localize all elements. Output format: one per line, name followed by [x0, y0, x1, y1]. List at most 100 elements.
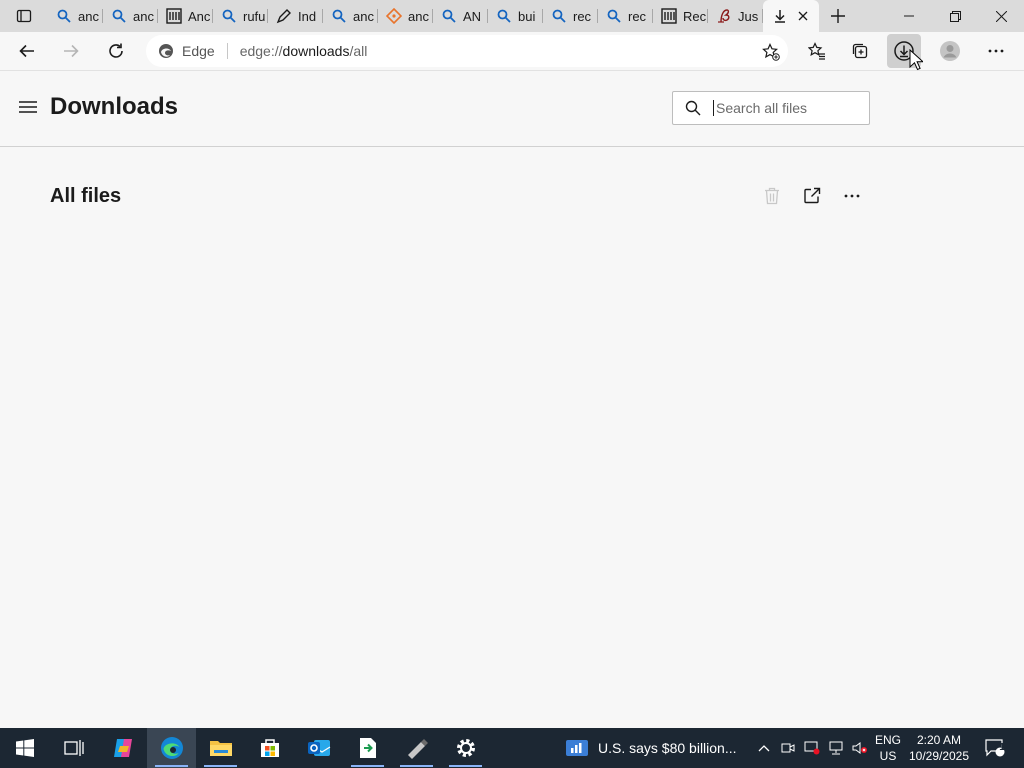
taskbar-store[interactable]: [245, 728, 294, 768]
taskbar-file-explorer[interactable]: [196, 728, 245, 768]
refresh-button[interactable]: [99, 34, 133, 68]
browser-tab[interactable]: bui: [488, 0, 543, 32]
favorites-icon: [808, 42, 825, 60]
browser-tab[interactable]: Ind: [268, 0, 323, 32]
start-button[interactable]: [0, 728, 49, 768]
volume-button[interactable]: [848, 728, 872, 768]
close-icon: [995, 10, 1007, 22]
hamburger-menu-icon[interactable]: [18, 99, 38, 115]
profile-button[interactable]: [933, 34, 967, 68]
meet-now-button[interactable]: [776, 728, 800, 768]
tab-title: anc: [133, 8, 154, 24]
network-button[interactable]: [824, 728, 848, 768]
browser-tab[interactable]: Anc: [158, 0, 213, 32]
back-button[interactable]: [10, 34, 44, 68]
browser-tab[interactable]: rec: [543, 0, 598, 32]
restore-button[interactable]: [932, 0, 978, 32]
close-tab-icon[interactable]: [796, 9, 810, 23]
browser-tab[interactable]: anc: [103, 0, 158, 32]
site-label: Edge: [182, 43, 215, 59]
chevron-up-icon: [758, 745, 770, 752]
search-input[interactable]: [713, 100, 858, 116]
tab-title: Rec: [683, 8, 707, 24]
taskbar-settings[interactable]: [441, 728, 490, 768]
script-icon: [716, 8, 732, 24]
collections-icon: [852, 43, 868, 59]
tray-app-button[interactable]: [800, 728, 824, 768]
clock[interactable]: 2:20 AM 10/29/2025: [906, 732, 972, 764]
notification-center-button[interactable]: 1: [980, 728, 1010, 768]
new-tab-button[interactable]: [819, 0, 857, 32]
store-icon: [260, 739, 279, 757]
tab-title: Ind: [298, 8, 317, 24]
clear-all-button[interactable]: [756, 182, 788, 210]
search-icon: [496, 8, 512, 24]
taskbar-outlook[interactable]: [294, 728, 343, 768]
minimize-icon: [904, 15, 914, 17]
windows-logo-icon: [15, 739, 34, 757]
close-window-button[interactable]: [978, 0, 1024, 32]
search-icon: [551, 8, 567, 24]
more-options-button[interactable]: [836, 182, 868, 210]
document-arrow-icon: [359, 738, 376, 758]
favorites-button[interactable]: [800, 34, 834, 68]
library-icon: [661, 8, 677, 24]
tab-title: AN: [463, 8, 482, 24]
diamond-icon: [386, 8, 402, 24]
search-icon: [221, 8, 237, 24]
browser-tab[interactable]: anc: [48, 0, 103, 32]
page-title: Downloads: [50, 93, 179, 120]
url-text[interactable]: edge://downloads/all: [240, 43, 368, 59]
url-host: downloads: [282, 43, 350, 59]
taskbar-usb-tool[interactable]: [392, 728, 441, 768]
tab-title: anc: [78, 8, 99, 24]
settings-menu-button[interactable]: [979, 34, 1013, 68]
tab-downloads[interactable]: [763, 0, 819, 32]
browser-tab[interactable]: Jus: [708, 0, 763, 32]
address-separator: [226, 43, 228, 59]
search-icon: [606, 8, 622, 24]
star-add-icon: [762, 43, 780, 61]
browser-tab[interactable]: anc: [323, 0, 378, 32]
taskbar-copilot[interactable]: [98, 728, 147, 768]
address-bar[interactable]: Edge edge://downloads/all: [146, 35, 788, 67]
input-language[interactable]: ENG US: [872, 732, 904, 764]
task-view-icon: [63, 740, 84, 756]
restore-icon: [949, 10, 961, 22]
taskbar-edge[interactable]: [147, 728, 196, 768]
section-title: All files: [50, 185, 122, 207]
news-headline: U.S. says $80 billion...: [598, 740, 737, 756]
search-icon: [331, 8, 347, 24]
monitor-alert-icon: [804, 741, 820, 755]
section-actions: [756, 182, 868, 210]
news-widget[interactable]: U.S. says $80 billion...: [566, 728, 737, 768]
browser-tab[interactable]: rufu: [213, 0, 268, 32]
tab-title: Jus: [738, 8, 759, 24]
collections-button[interactable]: [843, 34, 877, 68]
search-icon: [56, 8, 72, 24]
show-hidden-icons-button[interactable]: [752, 728, 776, 768]
browser-tab[interactable]: AN: [433, 0, 488, 32]
tab-actions-button[interactable]: [0, 0, 48, 32]
edge-logo-icon: [159, 44, 173, 58]
news-icon: [566, 740, 588, 756]
add-favorite-button[interactable]: [762, 43, 780, 66]
browser-tab[interactable]: anc: [378, 0, 433, 32]
gear-icon: [456, 739, 475, 757]
usb-drive-icon: [407, 739, 428, 759]
forward-button[interactable]: [54, 34, 88, 68]
browser-tab[interactable]: Rec: [653, 0, 708, 32]
taskbar-app-green[interactable]: [343, 728, 392, 768]
minimize-button[interactable]: [886, 0, 932, 32]
pen-icon: [276, 8, 292, 24]
browser-tab[interactable]: rec: [598, 0, 653, 32]
search-icon: [673, 100, 713, 116]
plus-icon: [831, 9, 845, 23]
open-folder-button[interactable]: [796, 182, 828, 210]
search-icon: [111, 8, 127, 24]
site-identity[interactable]: Edge: [158, 43, 215, 59]
search-box[interactable]: [672, 91, 870, 125]
task-view-button[interactable]: [49, 728, 98, 768]
avatar-icon: [940, 41, 960, 61]
tab-title: Anc: [188, 8, 211, 24]
